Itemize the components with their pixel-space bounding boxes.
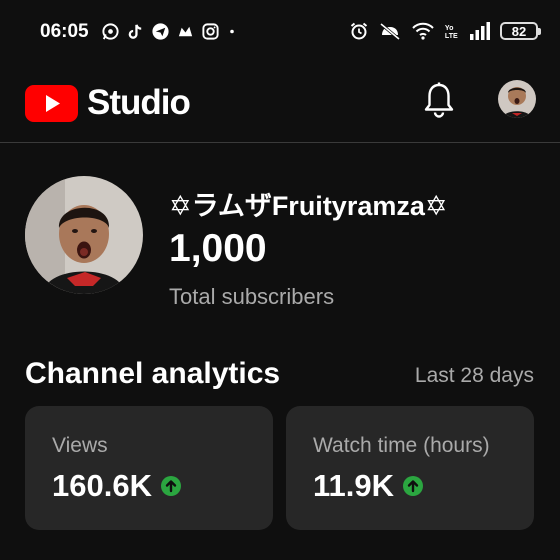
views-label: Views [52,434,108,457]
notifications-bell-icon[interactable] [422,81,456,119]
notification-icons [101,22,238,41]
trend-up-arrow-icon [160,476,181,496]
watch-time-label: Watch time (hours) [313,434,490,457]
analytics-date-range: Last 28 days [414,364,534,387]
alarm-icon [350,22,368,40]
status-time: 06:05 [40,21,89,42]
signal-icon [470,22,490,40]
account-avatar[interactable] [498,80,536,118]
channel-avatar-image [25,176,143,294]
battery-level: 82 [511,23,527,39]
youtube-studio-logo[interactable]: Studio [25,83,191,123]
account-avatar-image [498,80,536,118]
channel-name: ✡ラムザFruityramza✡ [169,191,448,221]
status-bar: 06:05 Yo LTE 82 [0,0,560,62]
watch-time-card[interactable]: Watch time (hours) 11.9K [286,406,534,530]
svg-text:Yo: Yo [445,24,454,32]
instagram-icon [202,23,219,40]
views-value-row: 160.6K [52,468,182,504]
views-value: 160.6K [52,468,152,503]
vibrate-icon [380,22,400,41]
trend-up-arrow-icon [403,476,424,496]
system-status-icons: Yo LTE 82 [349,21,541,41]
subscriber-label: Total subscribers [169,284,335,309]
watch-time-value: 11.9K [313,468,395,503]
watch-time-value-row: 11.9K [313,468,424,504]
channel-analytics-title: Channel analytics [25,357,281,390]
wifi-icon [412,22,434,40]
more-notifications-dot [230,29,234,34]
brand-name: Studio [87,83,191,122]
tiktok-icon [128,24,142,39]
app-icon [178,26,193,37]
youtube-play-icon [25,84,78,122]
subscriber-count: 1,000 [169,227,267,270]
app-header: Studio [0,62,560,143]
channel-avatar[interactable] [25,176,143,294]
battery-indicator: 82 [500,22,541,40]
telegram-icon [152,23,169,40]
svg-text:LTE: LTE [445,32,458,40]
views-card[interactable]: Views 160.6K [25,406,273,530]
volte-icon: YoLTE [445,24,458,40]
whatsapp-icon [102,23,119,40]
